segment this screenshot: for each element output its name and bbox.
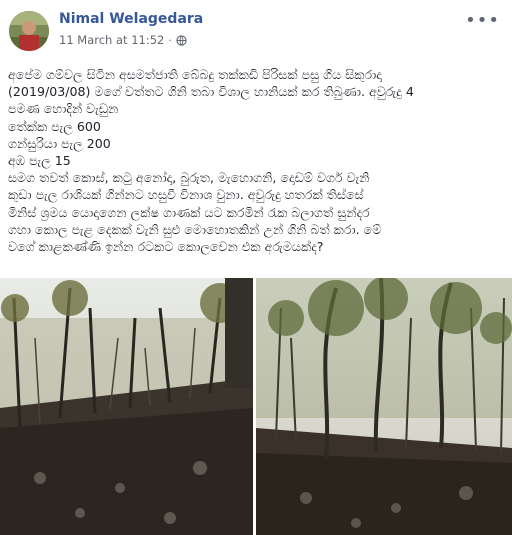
facebook-post: Nimal Welagedara 11 March at 11:52 · •••… [0,0,512,535]
post-line: (2019/03/08) මගේ වත්තට ගිනි තබා විශාල හා… [8,84,414,100]
post-line: කුඩා පැල රාශියක් ගින්නට හසුවී විනාශ වුනා… [8,187,364,203]
post-line: අපේම ගම්වල සිටින අසමත්ජාති බේබදු තක්කඩි … [8,67,382,82]
post-text: අපේම ගම්වල සිටින අසමත්ජාති බේබදු තක්කඩි … [8,66,500,255]
photo-left[interactable] [0,278,253,535]
post-meta: 11 March at 11:52 · [59,33,187,47]
author-name[interactable]: Nimal Welagedara [59,11,203,27]
post-line: තේක්ක පැල 600 [8,118,101,134]
post-line: සමග තවත් කොස්, කටු අනෝදා, බුරුත, මැහොගනි… [8,170,370,186]
post-line: ගන්සුරියා පැල 200 [8,135,111,151]
post-line: ගහා කොල පැළ දෙකක් වැනි සුළු මොහොතකින් උන… [8,221,382,237]
post-line: පමණ හොදින් වැඩුන [8,101,119,117]
globe-icon [176,34,187,46]
photo-right[interactable] [256,278,512,535]
post-line: අඹ පැල 15 [8,153,71,169]
avatar-image [9,11,49,51]
more-options-icon[interactable]: ••• [465,10,500,31]
burnt-forest-photo-right [256,278,512,535]
post-line: මිනිස් ශ්‍රමය යොදාගෙන ලක්ෂ ගාණක් යට කරමි… [8,204,370,220]
meta-separator: · [168,33,172,47]
avatar[interactable] [9,11,49,51]
post-timestamp[interactable]: 11 March at 11:52 [59,33,164,47]
photo-grid [0,278,512,535]
post-header: Nimal Welagedara 11 March at 11:52 · ••• [0,0,512,58]
post-line: වගේ කාළකණ්ණි ඉන්න රටකට කොලවෙන එක අරුමයක්… [8,239,324,255]
burnt-forest-photo-left [0,278,253,535]
